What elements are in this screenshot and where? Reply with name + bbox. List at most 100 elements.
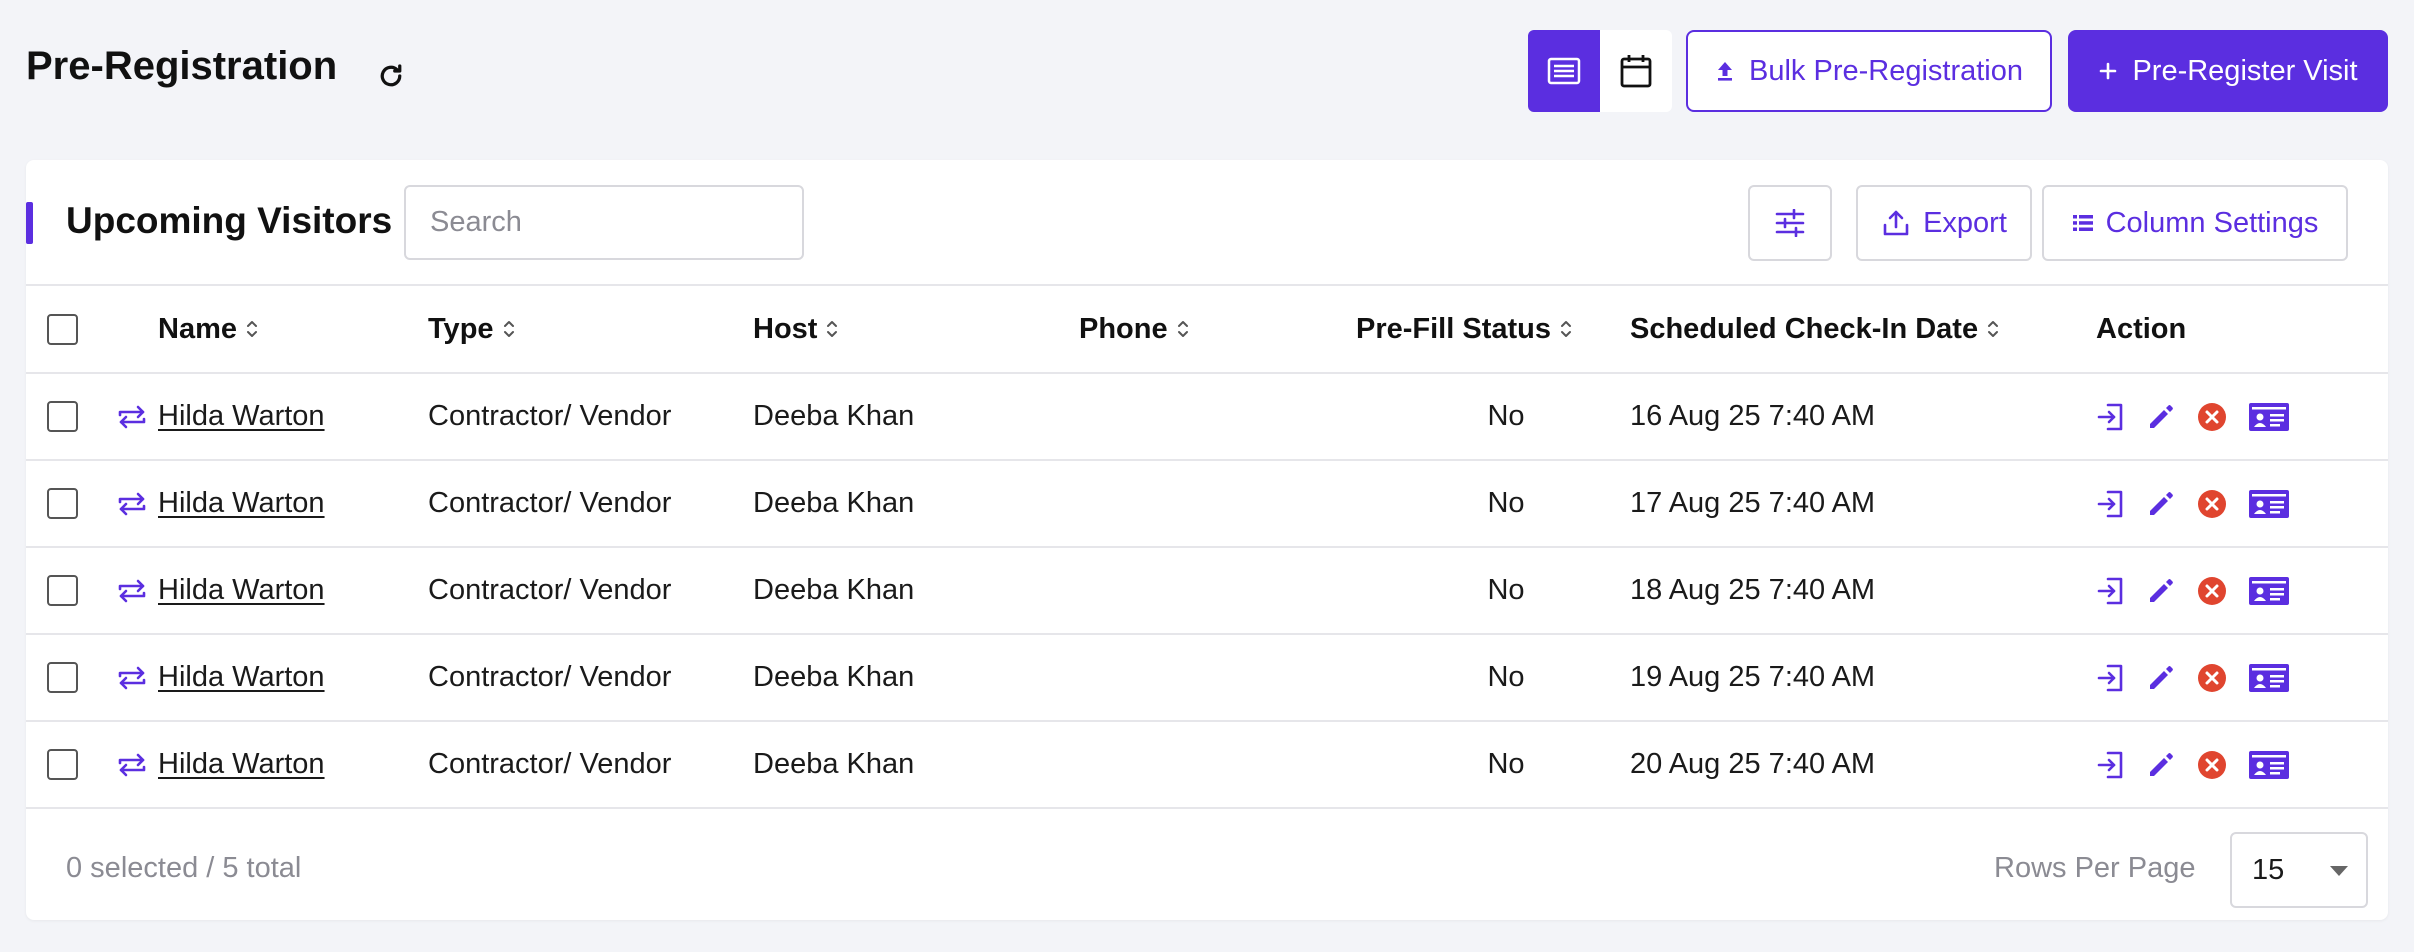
table-row: Hilda Warton Contractor/ Vendor Deeba Kh… [26, 635, 2388, 722]
visitor-name-link[interactable]: Hilda Warton [158, 487, 325, 520]
name-cell: Hilda Warton [158, 548, 325, 633]
visitor-name-link[interactable]: Hilda Warton [158, 748, 325, 781]
visitor-name-link[interactable]: Hilda Warton [158, 400, 325, 433]
column-header-scheduled-check-in-date[interactable]: Scheduled Check-In Date [1630, 286, 2000, 372]
upload-icon [1718, 62, 1732, 81]
badge-button[interactable] [2248, 749, 2290, 781]
host-cell: Deeba Khan [753, 400, 915, 432]
edit-pencil-icon [2150, 404, 2173, 428]
column-header-phone[interactable]: Phone [1079, 286, 1190, 372]
visitor-name-link[interactable]: Hilda Warton [158, 661, 325, 694]
pre-fill-status-cell: No [1487, 748, 1525, 780]
check-in-icon [2097, 490, 2123, 517]
sort-icon [245, 318, 259, 340]
column-header-label: Phone [1079, 312, 1168, 345]
badge-button[interactable] [2248, 488, 2290, 520]
type-cell: Contractor/ Vendor [428, 487, 672, 519]
cancel-button[interactable] [2196, 575, 2228, 607]
name-cell: Hilda Warton [158, 374, 325, 459]
pre-fill-status-cell: No [1487, 487, 1525, 519]
column-header-host[interactable]: Host [753, 286, 839, 372]
edit-button[interactable] [2146, 576, 2176, 606]
row-checkbox[interactable] [46, 749, 78, 780]
scheduled-date-cell: 20 Aug 25 7:40 AM [1630, 748, 1876, 780]
calendar-icon [1620, 55, 1652, 88]
edit-button[interactable] [2146, 489, 2176, 519]
visitor-name-link[interactable]: Hilda Warton [158, 574, 325, 607]
column-header-name[interactable]: Name [158, 286, 259, 372]
cancel-icon [2198, 750, 2226, 779]
rows-per-page-value: 15 [2252, 853, 2285, 886]
scheduled-date-cell: 16 Aug 25 7:40 AM [1630, 400, 1876, 432]
export-button[interactable]: Export [1856, 185, 2032, 261]
cancel-button[interactable] [2196, 662, 2228, 694]
card-title: Upcoming Visitors [66, 200, 393, 241]
column-header-action: Action [2096, 286, 2186, 372]
check-in-button[interactable] [2096, 488, 2126, 520]
check-in-icon [2097, 664, 2123, 691]
pre-register-visit-button[interactable]: Pre-Register Visit [2068, 30, 2388, 112]
column-settings-button[interactable]: Column Settings [2042, 185, 2348, 261]
table-row: Hilda Warton Contractor/ Vendor Deeba Kh… [26, 722, 2388, 809]
cancel-button[interactable] [2196, 749, 2228, 781]
sort-icon [1986, 318, 2000, 340]
refresh-button[interactable] [371, 56, 411, 96]
check-in-button[interactable] [2096, 401, 2126, 433]
edit-pencil-icon [2150, 665, 2173, 689]
name-cell: Hilda Warton [158, 461, 325, 546]
select-all-checkbox[interactable] [46, 313, 78, 345]
name-cell: Hilda Warton [158, 722, 325, 807]
table-row: Hilda Warton Contractor/ Vendor Deeba Kh… [26, 374, 2388, 461]
check-in-button[interactable] [2096, 749, 2126, 781]
search-input[interactable] [404, 185, 804, 260]
cancel-button[interactable] [2196, 488, 2228, 520]
pre-fill-status-cell: No [1487, 661, 1525, 693]
check-in-button[interactable] [2096, 575, 2126, 607]
column-header-type[interactable]: Type [428, 286, 516, 372]
row-checkbox[interactable] [46, 401, 78, 432]
filter-button[interactable] [1748, 185, 1832, 261]
recurring-icon [118, 579, 146, 602]
scheduled-date-cell: 17 Aug 25 7:40 AM [1630, 487, 1876, 519]
upcoming-visitors-card: Upcoming Visitors Export [26, 160, 2388, 920]
plus-icon [2100, 62, 2117, 80]
sort-icon [1559, 318, 1573, 340]
column-header-label: Host [753, 312, 818, 345]
table-header-row: Name Type Host Phone Pre-Fill Status Sch… [26, 286, 2388, 374]
calendar-view-button[interactable] [1600, 30, 1672, 112]
badge-card-icon [2249, 402, 2289, 431]
column-header-label: Action [2096, 312, 2187, 345]
scheduled-date-cell: 19 Aug 25 7:40 AM [1630, 661, 1876, 693]
check-in-button[interactable] [2096, 662, 2126, 694]
column-header-pre-fill-status[interactable]: Pre-Fill Status [1356, 286, 1573, 372]
bulk-pre-registration-label: Bulk Pre-Registration [1749, 54, 2023, 87]
rows-per-page-select[interactable]: 15 [2230, 832, 2368, 908]
edit-pencil-icon [2150, 752, 2173, 776]
edit-button[interactable] [2146, 750, 2176, 780]
cancel-button[interactable] [2196, 401, 2228, 433]
host-cell: Deeba Khan [753, 574, 915, 606]
cancel-icon [2198, 402, 2226, 431]
edit-button[interactable] [2146, 663, 2176, 693]
row-checkbox[interactable] [46, 662, 78, 693]
badge-button[interactable] [2248, 662, 2290, 694]
badge-card-icon [2249, 663, 2289, 692]
refresh-icon [380, 64, 402, 87]
edit-pencil-icon [2150, 491, 2173, 515]
row-select-cell [42, 722, 82, 807]
action-cell [2096, 722, 2290, 807]
action-cell [2096, 461, 2290, 546]
bulk-pre-registration-button[interactable]: Bulk Pre-Registration [1686, 30, 2052, 112]
row-checkbox[interactable] [46, 488, 78, 519]
edit-button[interactable] [2146, 402, 2176, 432]
badge-button[interactable] [2248, 575, 2290, 607]
export-icon [1883, 210, 1909, 236]
sort-icon [825, 318, 839, 340]
row-checkbox[interactable] [46, 575, 78, 606]
check-in-icon [2097, 577, 2123, 604]
list-view-button[interactable] [1528, 30, 1600, 112]
accent-bar [26, 202, 33, 244]
badge-button[interactable] [2248, 401, 2290, 433]
rows-per-page-label: Rows Per Page [1994, 852, 2196, 884]
table-body: Hilda Warton Contractor/ Vendor Deeba Kh… [26, 374, 2388, 809]
